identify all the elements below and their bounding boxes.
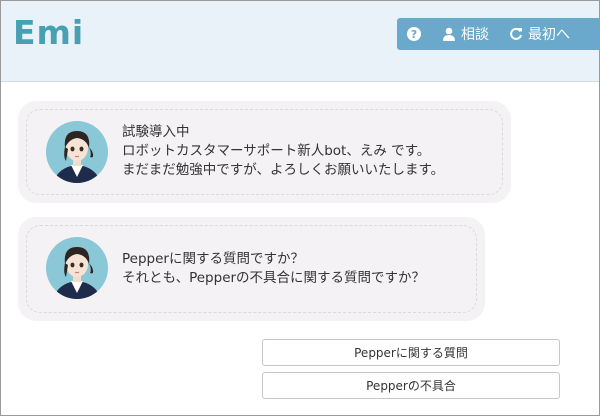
header: Emi ? 相談 最初へ: [1, 1, 599, 82]
message-line: それとも、Pepperの不具合に関する質問ですか？: [122, 270, 426, 286]
reset-label: 最初へ: [528, 27, 570, 43]
bot-avatar: [46, 121, 108, 183]
message-line: 試験導入中: [122, 124, 190, 140]
consult-label: 相談: [461, 27, 489, 43]
bot-avatar: [46, 237, 108, 299]
refresh-icon: [510, 27, 522, 40]
user-icon: [443, 27, 455, 41]
message-line: ロボットカスタマーサポート新人bot、えみ です。: [122, 143, 431, 159]
chat-message: Pepperに関する質問ですか？ それとも、Pepperの不具合に関する質問です…: [18, 217, 485, 321]
question-circle-icon: ?: [407, 27, 421, 41]
message-line: Pepperに関する質問ですか？: [122, 251, 304, 267]
chat-message: 試験導入中 ロボットカスタマーサポート新人bot、えみ です。 まだまだ勉強中で…: [18, 101, 511, 203]
toolbar: ? 相談 最初へ: [397, 18, 599, 50]
message-text: Pepperに関する質問ですか？ それとも、Pepperの不具合に関する質問です…: [122, 250, 425, 288]
logo: Emi: [13, 13, 85, 52]
help-button[interactable]: ?: [407, 27, 426, 41]
message-line: まだまだ勉強中ですが、よろしくお願いいたします。: [122, 162, 445, 178]
consult-button[interactable]: 相談: [442, 24, 489, 44]
message-text: 試験導入中 ロボットカスタマーサポート新人bot、えみ です。 まだまだ勉強中で…: [122, 123, 444, 180]
choice-button-pepper-question[interactable]: Pepperに関する質問: [262, 339, 560, 366]
choice-button-pepper-malfunction[interactable]: Pepperの不具合: [262, 372, 560, 399]
reset-button[interactable]: 最初へ: [509, 24, 570, 44]
